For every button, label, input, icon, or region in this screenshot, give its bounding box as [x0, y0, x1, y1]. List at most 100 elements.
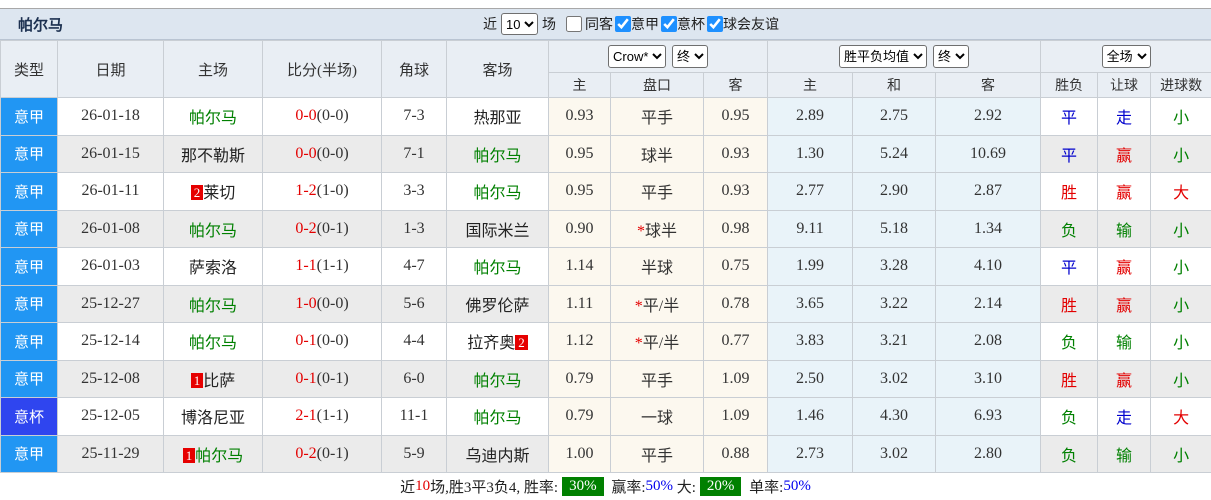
summary-record: 场,胜3平3负4, 胜率: — [430, 480, 559, 496]
table-row: 意甲 25-12-27 帕尔马 1-0(0-0) 5-6 佛罗伦萨 1.11 *平/半 0.78… — [0, 284, 1211, 323]
avg-draw-odds-cell: 2.90 — [852, 172, 937, 211]
half-score: (0-1) — [316, 369, 349, 387]
handicap-result-cell: 赢 — [1097, 359, 1152, 398]
crow-home-odds-cell: 0.95 — [548, 134, 611, 173]
avg-away-odds-cell: 4.10 — [935, 247, 1042, 286]
goals-cell: 小 — [1150, 434, 1211, 473]
big-rate-badge: 20% — [699, 477, 742, 496]
col-score: 比分(半场) — [262, 40, 382, 98]
full-score: 0-2 — [295, 219, 317, 237]
corner-cell: 7-1 — [381, 134, 447, 173]
avg-odds-header: 胜平负均值 终 — [767, 40, 1042, 73]
goals-cell: 大 — [1150, 172, 1211, 211]
avg-away-odds-cell: 6.93 — [935, 397, 1042, 436]
match-date-cell: 25-12-08 — [57, 359, 164, 398]
handicap-cell: 球半 — [610, 134, 704, 173]
scope-select[interactable]: 全场 — [1101, 45, 1151, 68]
avg-away-odds-cell: 2.92 — [935, 97, 1042, 136]
avg-home-odds-cell: 1.30 — [767, 134, 854, 173]
corner-cell: 4-7 — [381, 247, 447, 286]
crow-away-odds-cell: 0.77 — [702, 322, 769, 361]
col-type: 类型 — [0, 40, 58, 98]
match-date-cell: 26-01-11 — [57, 172, 164, 211]
result-cell: 胜 — [1040, 284, 1099, 323]
serie-a-checkbox[interactable] — [615, 16, 631, 32]
league-type-cell: 意甲 — [0, 247, 58, 286]
half-score: (1-1) — [316, 257, 349, 275]
team-name: 拉齐奥 — [467, 335, 516, 353]
half-score: (0-1) — [316, 219, 349, 237]
avg-draw-odds-cell: 5.18 — [852, 209, 937, 248]
table-row: 意甲 25-12-14 帕尔马 0-1(0-0) 4-4 拉齐奥 2 1.12 *平/半 0.77… — [0, 322, 1211, 361]
bookmaker-select[interactable]: Crow* — [608, 45, 667, 68]
summary-prefix: 近 — [400, 480, 416, 496]
avg-home-odds-cell: 3.83 — [767, 322, 854, 361]
same-venue-checkbox[interactable] — [566, 16, 582, 32]
league-type-cell: 意甲 — [0, 284, 58, 323]
big-label: 大: — [673, 480, 696, 496]
score-cell: 1-2(1-0) — [262, 172, 382, 211]
col-handicap-result: 让球 — [1097, 72, 1152, 98]
match-date-cell: 26-01-15 — [57, 134, 164, 173]
bookmaker-time-select[interactable]: 终 — [672, 45, 709, 68]
toolbar: 帕尔马 近 10 场 同客 意甲 意杯 球会友谊 — [0, 9, 1211, 40]
corner-cell: 5-6 — [381, 284, 447, 323]
full-score: 1-0 — [295, 294, 317, 312]
handicap-result-cell: 输 — [1097, 322, 1152, 361]
avg-odds-select[interactable]: 胜平负均值 — [839, 45, 928, 68]
home-team-cell: 那不勒斯 — [163, 134, 263, 173]
result-cell: 平 — [1040, 134, 1099, 173]
team-name: 博洛尼亚 — [180, 410, 245, 428]
full-score: 0-1 — [295, 332, 317, 350]
corner-cell: 5-9 — [381, 434, 447, 473]
match-count-select[interactable]: 10 — [501, 13, 538, 35]
goals-cell: 小 — [1150, 284, 1211, 323]
handicap-cell: *平/半 — [610, 322, 704, 361]
goals-cell: 小 — [1150, 247, 1211, 286]
avg-home-odds-cell: 1.99 — [767, 247, 854, 286]
result-cell: 平 — [1040, 247, 1099, 286]
score-cell: 0-2(0-1) — [262, 434, 382, 473]
home-team-cell: 2 莱切 — [163, 172, 263, 211]
crow-home-odds-cell: 1.00 — [548, 434, 611, 473]
match-history-table: 类型 日期 主场 比分(半场) 角球 客场 Crow* 终 胜平负均值 终 全场… — [0, 40, 1211, 473]
result-cell: 负 — [1040, 434, 1099, 473]
home-team-cell: 帕尔马 — [163, 209, 263, 248]
match-date-cell: 26-01-08 — [57, 209, 164, 248]
crow-home-odds-cell: 0.79 — [548, 397, 611, 436]
avg-draw-odds-cell: 3.02 — [852, 434, 937, 473]
handicap-cell: 半球 — [610, 247, 704, 286]
full-score: 1-1 — [295, 257, 317, 275]
team-name: 帕尔马 — [473, 372, 522, 390]
col-date: 日期 — [57, 40, 164, 98]
full-score: 2-1 — [295, 407, 317, 425]
result-cell: 负 — [1040, 322, 1099, 361]
goals-cell: 小 — [1150, 322, 1211, 361]
league-type-cell: 意甲 — [0, 97, 58, 136]
filter-coppa-italia: 意杯 — [661, 14, 705, 34]
away-team-cell: 帕尔马 — [446, 247, 549, 286]
crow-away-odds-cell: 1.09 — [702, 397, 769, 436]
avg-home-odds-cell: 3.65 — [767, 284, 854, 323]
handicap-result-cell: 输 — [1097, 434, 1152, 473]
avg-time-select[interactable]: 终 — [933, 45, 970, 68]
crow-home-odds-cell: 0.79 — [548, 359, 611, 398]
filter-label: 球会友谊 — [723, 16, 779, 32]
team-name: 帕尔马 — [473, 410, 522, 428]
handicap-cell: 平手 — [610, 172, 704, 211]
avg-draw-odds-cell: 3.28 — [852, 247, 937, 286]
club-friendly-checkbox[interactable] — [707, 16, 723, 32]
filter-serie-a: 意甲 — [615, 14, 659, 34]
match-date-cell: 25-12-27 — [57, 284, 164, 323]
coppa-italia-checkbox[interactable] — [661, 16, 677, 32]
score-cell: 0-1(0-0) — [262, 322, 382, 361]
team-name: 帕尔马 — [188, 297, 237, 315]
col-handicap: 盘口 — [610, 72, 704, 98]
avg-home-odds-cell: 1.46 — [767, 397, 854, 436]
half-score: (0-0) — [316, 332, 349, 350]
single-label: 单率: — [745, 480, 784, 496]
match-date-cell: 26-01-03 — [57, 247, 164, 286]
crow-away-odds-cell: 1.09 — [702, 359, 769, 398]
filter-same-venue: 同客 — [566, 14, 613, 34]
half-score: (1-0) — [316, 182, 349, 200]
